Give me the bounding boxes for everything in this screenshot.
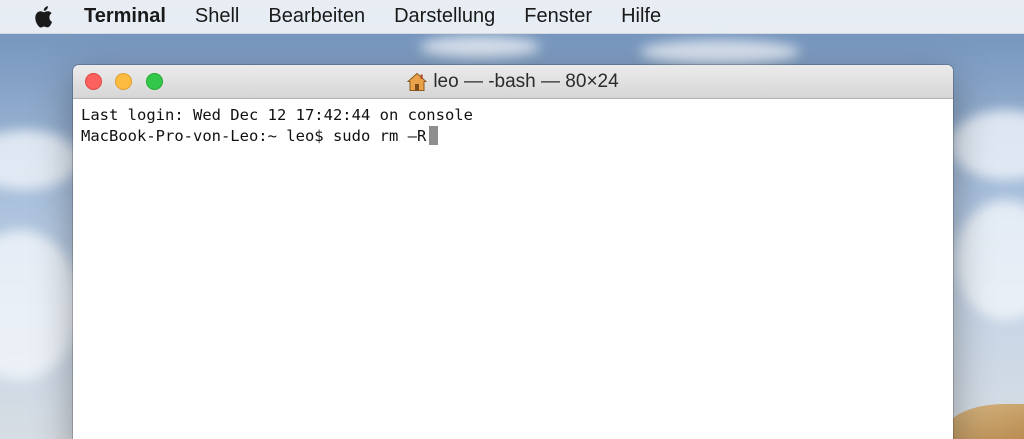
menu-hilfe[interactable]: Hilfe: [621, 5, 661, 28]
menu-bar: Terminal Shell Bearbeiten Darstellung Fe…: [0, 0, 1024, 34]
terminal-output[interactable]: Last login: Wed Dec 12 17:42:44 on conso…: [73, 99, 953, 153]
menu-shell[interactable]: Shell: [195, 5, 239, 28]
terminal-cursor: [429, 126, 439, 145]
terminal-line-login: Last login: Wed Dec 12 17:42:44 on conso…: [81, 106, 473, 124]
desktop-cloud: [955, 200, 1024, 320]
desktop-cloud: [0, 130, 80, 190]
home-icon: [407, 72, 428, 92]
menu-app-terminal[interactable]: Terminal: [84, 5, 166, 28]
menu-bearbeiten[interactable]: Bearbeiten: [268, 5, 365, 28]
terminal-prompt-text: MacBook-Pro-von-Leo:~ leo$ sudo rm —R: [81, 127, 427, 145]
desktop-dune: [944, 404, 1024, 439]
menu-darstellung[interactable]: Darstellung: [394, 5, 495, 28]
desktop-cloud: [950, 110, 1024, 180]
terminal-window: leo — -bash — 80×24 Last login: Wed Dec …: [73, 65, 953, 439]
apple-logo-icon[interactable]: [32, 5, 54, 29]
desktop-cloud: [0, 230, 80, 380]
desktop-cloud: [640, 40, 800, 64]
window-titlebar[interactable]: leo — -bash — 80×24: [73, 65, 953, 99]
menu-fenster[interactable]: Fenster: [524, 5, 592, 28]
desktop-cloud: [420, 36, 540, 58]
terminal-line-prompt: MacBook-Pro-von-Leo:~ leo$ sudo rm —R: [81, 126, 945, 147]
window-title-text: leo — -bash — 80×24: [433, 70, 619, 92]
window-title: leo — -bash — 80×24: [73, 65, 953, 98]
